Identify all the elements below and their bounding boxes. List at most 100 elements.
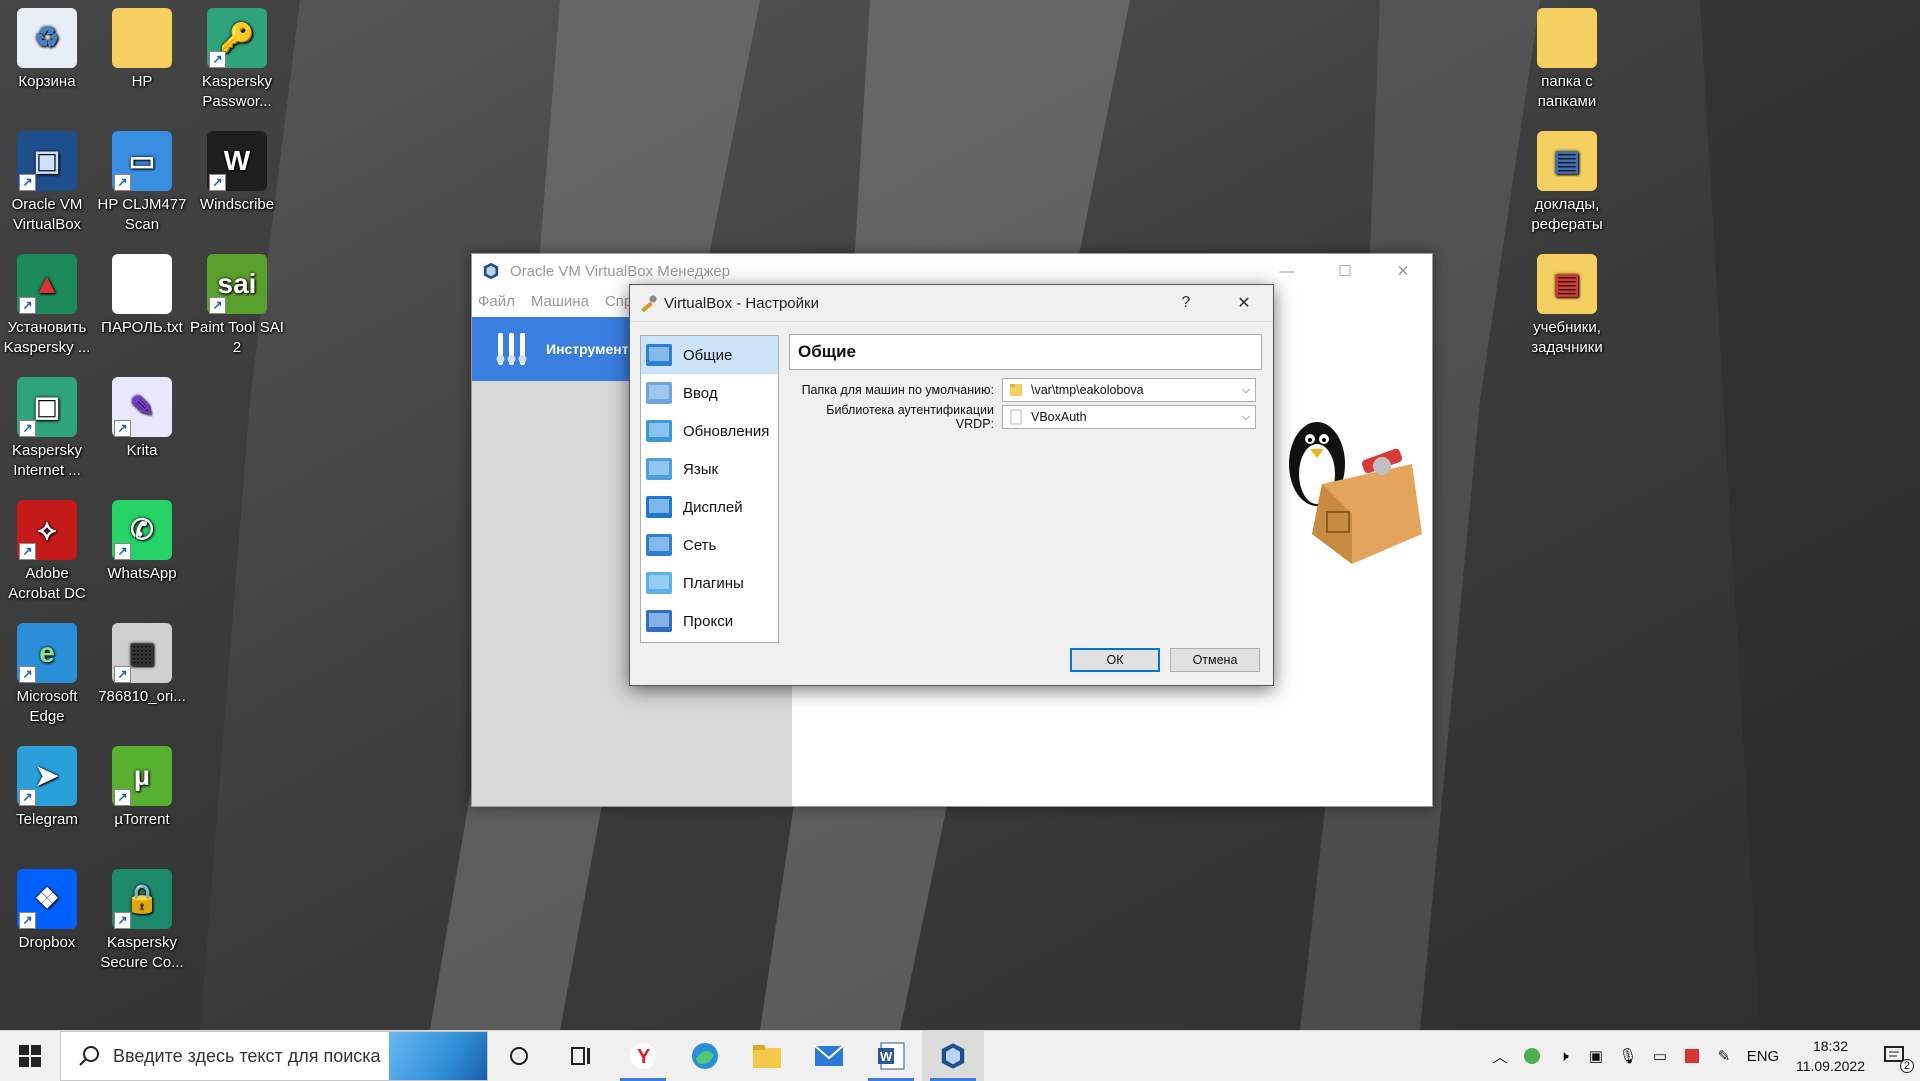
maximize-button[interactable]: ☐ xyxy=(1316,254,1374,288)
general-icon xyxy=(646,344,672,366)
nav-item-plugins[interactable]: Плагины xyxy=(641,564,778,602)
windscribe-icon: W ↗ xyxy=(207,131,267,191)
volume-icon[interactable]: 🕨 xyxy=(1551,1043,1577,1069)
desktop-icon-label: учебники, задачники xyxy=(1531,319,1603,356)
ok-button[interactable]: ОК xyxy=(1070,648,1160,672)
minimize-button[interactable]: — xyxy=(1258,254,1316,288)
antivirus-tray-icon[interactable] xyxy=(1679,1043,1705,1069)
desktop-icon-label: HP CLJM477 Scan xyxy=(97,196,187,233)
nav-item-general[interactable]: Общие xyxy=(641,336,778,374)
taskbar-search[interactable]: Введите здесь текст для поиска xyxy=(60,1031,488,1081)
system-tray: ︿ 🕨 ▣ 🎙 ▭ ✎ ENG 18:32 11.09.2022 2 xyxy=(1484,1031,1920,1081)
menu-file[interactable]: Файл xyxy=(478,293,515,310)
kaspersky-internet-icon: ▣ ↗ xyxy=(17,377,77,437)
help-button[interactable]: ? xyxy=(1157,285,1215,321)
show-hidden-icons-chevron-up-icon[interactable]: ︿ xyxy=(1487,1043,1513,1069)
default-folder-value: \var\tmp\eakolobova xyxy=(1031,383,1144,397)
manager-titlebar[interactable]: Oracle VM VirtualBox Менеджер — ☐ ✕ xyxy=(472,254,1432,288)
desktop-icon[interactable]: ▤ учебники, задачники xyxy=(1520,254,1614,358)
folder-icon xyxy=(112,8,172,68)
nav-item-update[interactable]: Обновления xyxy=(641,412,778,450)
image-file-icon: ▦ ↗ xyxy=(112,623,172,683)
svg-text:Y: Y xyxy=(637,1046,651,1068)
nav-item-label: Язык xyxy=(683,460,719,478)
desktop-icon[interactable]: ✎ ↗ Krita xyxy=(95,377,189,461)
desktop-icon[interactable]: ▭ ↗ HP CLJM477 Scan xyxy=(95,131,189,235)
vrdp-auth-combo[interactable]: VBoxAuth ⌵ xyxy=(1002,405,1256,429)
cortana-button[interactable] xyxy=(488,1031,550,1081)
taskbar-explorer[interactable] xyxy=(736,1031,798,1081)
desktop-icon[interactable]: ▣ ↗ Oracle VM VirtualBox xyxy=(0,131,94,235)
taskbar-yandex[interactable]: Y xyxy=(612,1031,674,1081)
desktop-icon[interactable]: ✆ ↗ WhatsApp xyxy=(95,500,189,584)
desktop-icon[interactable]: ▲ ↗ Установить Kaspersky ... xyxy=(0,254,94,358)
virtualbox-app-icon xyxy=(483,262,499,280)
search-icon xyxy=(79,1046,99,1066)
microphone-icon[interactable]: 🎙 xyxy=(1615,1043,1641,1069)
desktop-icon-label: Установить Kaspersky ... xyxy=(3,319,91,356)
battery-icon[interactable]: ▭ xyxy=(1647,1043,1673,1069)
proxy-icon xyxy=(646,610,672,632)
acrobat-icon: ⟡ ↗ xyxy=(17,500,77,560)
input-icon xyxy=(646,382,672,404)
taskbar-word[interactable]: W xyxy=(860,1031,922,1081)
desktop-icon[interactable]: ПАРОЛЬ.txt xyxy=(95,254,189,338)
task-view-button[interactable] xyxy=(550,1031,612,1081)
shortcut-arrow-icon: ↗ xyxy=(19,666,36,683)
cancel-button[interactable]: Отмена xyxy=(1170,648,1260,672)
desktop-icon[interactable]: ❖ ↗ Dropbox xyxy=(0,869,94,953)
kaspersky-tray-icon[interactable] xyxy=(1519,1043,1545,1069)
pen-icon[interactable]: ✎ xyxy=(1711,1043,1737,1069)
desktop-icon-label: доклады, рефераты xyxy=(1531,196,1603,233)
desktop-icon-label: 786810_ori... xyxy=(98,688,186,705)
desktop-icon[interactable]: HP xyxy=(95,8,189,92)
tux-toolbox-illustration xyxy=(1289,422,1422,564)
shortcut-arrow-icon: ↗ xyxy=(19,174,36,191)
desktop-icon[interactable]: ⟡ ↗ Adobe Acrobat DC xyxy=(0,500,94,604)
nav-item-network[interactable]: Сеть xyxy=(641,526,778,564)
desktop-icon[interactable]: W ↗ Windscribe xyxy=(190,131,284,215)
desktop-icon-label: Adobe Acrobat DC xyxy=(8,565,86,602)
desktop-icon[interactable]: 🔑 ↗ Kaspersky Passwor... xyxy=(190,8,284,112)
clock[interactable]: 18:32 11.09.2022 xyxy=(1796,1036,1865,1076)
desktop-icon[interactable]: папка с папками xyxy=(1520,8,1614,112)
desktop-icon[interactable]: ▣ ↗ Kaspersky Internet ... xyxy=(0,377,94,481)
search-placeholder: Введите здесь текст для поиска xyxy=(113,1045,381,1066)
nav-item-proxy[interactable]: Прокси xyxy=(641,602,778,640)
start-button[interactable] xyxy=(0,1031,60,1081)
telegram-icon: ➤ ↗ xyxy=(17,746,77,806)
nav-item-input[interactable]: Ввод xyxy=(641,374,778,412)
shortcut-arrow-icon: ↗ xyxy=(114,543,131,560)
desktop-icon[interactable]: ▦ ↗ 786810_ori... xyxy=(95,623,189,707)
desktop-icon[interactable]: 🔒 ↗ Kaspersky Secure Co... xyxy=(95,869,189,973)
nav-item-language[interactable]: Язык xyxy=(641,450,778,488)
taskbar-mail[interactable] xyxy=(798,1031,860,1081)
nav-item-display[interactable]: Дисплей xyxy=(641,488,778,526)
menu-machine[interactable]: Машина xyxy=(531,293,589,310)
default-folder-combo[interactable]: \var\tmp\eakolobova ⌵ xyxy=(1002,378,1256,402)
dialog-titlebar[interactable]: VirtualBox - Настройки ? ✕ xyxy=(630,285,1273,322)
sai-icon: sai ↗ xyxy=(207,254,267,314)
desktop-icon[interactable]: µ ↗ µTorrent xyxy=(95,746,189,830)
taskbar-virtualbox[interactable] xyxy=(922,1031,984,1081)
dialog-title: VirtualBox - Настройки xyxy=(664,294,819,312)
desktop-icon[interactable]: sai ↗ Paint Tool SAI 2 xyxy=(190,254,284,358)
taskbar-edge[interactable] xyxy=(674,1031,736,1081)
language-indicator[interactable]: ENG xyxy=(1743,1043,1783,1069)
notification-center-button[interactable]: 2 xyxy=(1882,1043,1914,1073)
desktop-icon[interactable]: e ↗ Microsoft Edge xyxy=(0,623,94,727)
shortcut-arrow-icon: ↗ xyxy=(209,297,226,314)
desktop-icon-label: Paint Tool SAI 2 xyxy=(190,319,284,356)
desktop-icon[interactable]: ➤ ↗ Telegram xyxy=(0,746,94,830)
nav-item-label: Общие xyxy=(683,346,733,364)
desktop-icon[interactable]: ♻ Корзина xyxy=(0,8,94,92)
close-dialog-button[interactable]: ✕ xyxy=(1215,285,1273,321)
desktop-icon-label: Dropbox xyxy=(18,934,76,951)
kaspersky-install-icon: ▲ ↗ xyxy=(17,254,77,314)
camera-icon[interactable]: ▣ xyxy=(1583,1043,1609,1069)
clock-date: 11.09.2022 xyxy=(1795,1058,1865,1074)
default-folder-row: Папка для машин по умолчанию: \var\tmp\e… xyxy=(789,377,1256,403)
close-window-button[interactable]: ✕ xyxy=(1374,254,1432,288)
desktop-icon[interactable]: ▤ доклады, рефераты xyxy=(1520,131,1614,235)
settings-dialog[interactable]: VirtualBox - Настройки ? ✕ Общие Ввод Обно… xyxy=(629,284,1274,686)
